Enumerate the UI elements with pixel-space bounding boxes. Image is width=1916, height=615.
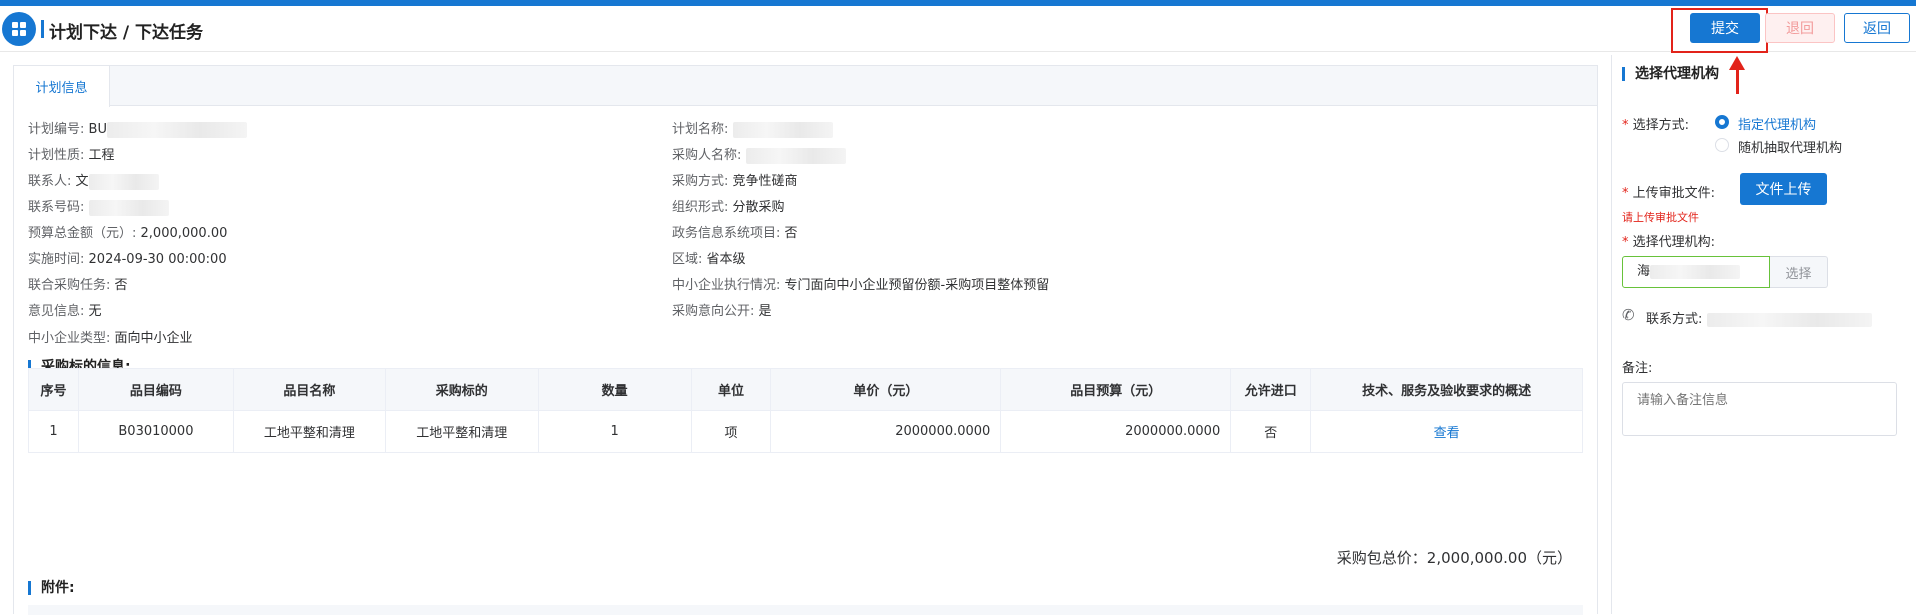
contact-info: 联系方式: bbox=[1646, 308, 1872, 327]
opinion-field: 意见信息: 无 bbox=[28, 304, 102, 319]
attachments-title: 附件: bbox=[28, 581, 75, 595]
cell-target: 工地平整和清理 bbox=[384, 410, 539, 453]
table-row: 1 B03010000 工地平整和清理 工地平整和清理 1 项 2000000.… bbox=[28, 410, 1583, 453]
col-header: 序号 bbox=[28, 368, 79, 411]
redacted-value bbox=[745, 147, 846, 164]
redacted-value bbox=[88, 199, 169, 216]
intent-public-field: 采购意向公开: 是 bbox=[672, 304, 772, 319]
redacted-value bbox=[106, 121, 247, 138]
upload-error-text: 请上传审批文件 bbox=[1622, 211, 1699, 224]
gov-system-field: 政务信息系统项目: 否 bbox=[672, 226, 798, 241]
col-header: 单位 bbox=[690, 368, 772, 411]
budget-field: 预算总金额（元）: 2,000,000.00 bbox=[28, 226, 228, 241]
agency-panel-title: 选择代理机构 bbox=[1622, 67, 1719, 81]
cell-action: 查看 bbox=[1310, 410, 1583, 453]
col-header: 单价（元） bbox=[770, 368, 1002, 411]
upload-label: * 上传审批文件: bbox=[1622, 186, 1716, 201]
radio-designated[interactable] bbox=[1715, 115, 1729, 129]
col-header: 技术、服务及验收要求的概述 bbox=[1310, 368, 1583, 411]
col-header: 品目预算（元） bbox=[1000, 368, 1232, 411]
option-designated[interactable]: 指定代理机构 bbox=[1738, 114, 1816, 133]
items-header-row: 序号 品目编码 品目名称 采购标的 数量 单位 单价（元） 品目预算（元） 允许… bbox=[28, 368, 1583, 411]
org-form-field: 组织形式: 分散采购 bbox=[672, 200, 785, 215]
cell-no: 1 bbox=[28, 410, 79, 453]
col-header: 品目编码 bbox=[77, 368, 234, 411]
cell-qty: 1 bbox=[537, 410, 692, 453]
sme-exec-field: 中小企业执行情况: 专门面向中小企业预留份额-采购项目整体预留 bbox=[672, 278, 1050, 293]
page-title: 计划下达 / 下达任务 bbox=[49, 23, 204, 43]
cell-price: 2000000.0000 bbox=[770, 410, 1002, 453]
radio-random[interactable] bbox=[1715, 138, 1729, 152]
tab-plan-info[interactable]: 计划信息 bbox=[14, 66, 110, 107]
col-header: 数量 bbox=[537, 368, 692, 411]
impl-time-field: 实施时间: 2024-09-30 00:00:00 bbox=[28, 252, 227, 267]
page-header: 计划下达 / 下达任务 bbox=[0, 6, 1916, 52]
package-total: 采购包总价：2,000,000.00（元） bbox=[1336, 549, 1572, 567]
agency-label: * 选择代理机构: bbox=[1622, 235, 1716, 250]
plan-info-panel: 计划信息 计划编号: BU 计划名称: 计划性质: 工程 采购人名称: 联系人:… bbox=[13, 65, 1598, 615]
contact-field: 联系人: 文 bbox=[28, 170, 159, 190]
option-random[interactable]: 随机抽取代理机构 bbox=[1738, 137, 1842, 156]
mode-label: * 选择方式: bbox=[1622, 118, 1690, 133]
redacted-value bbox=[732, 121, 833, 138]
redacted-value bbox=[88, 173, 159, 190]
remark-textarea[interactable] bbox=[1622, 382, 1897, 436]
redacted-value bbox=[1706, 312, 1872, 327]
method-field: 采购方式: 竞争性磋商 bbox=[672, 174, 798, 189]
view-link[interactable]: 查看 bbox=[1434, 426, 1460, 441]
highlight-box bbox=[1671, 8, 1768, 53]
apps-menu-button[interactable] bbox=[2, 12, 36, 46]
remark-label: 备注: bbox=[1622, 361, 1653, 376]
plan-name-field: 计划名称: bbox=[672, 118, 833, 138]
send-back-button[interactable]: 退回 bbox=[1765, 13, 1835, 43]
cell-code: B03010000 bbox=[77, 410, 234, 453]
arrow-shaft bbox=[1736, 68, 1739, 94]
region-field: 区域: 省本级 bbox=[672, 252, 746, 267]
file-upload-button[interactable]: 文件上传 bbox=[1740, 173, 1827, 205]
title-accent bbox=[41, 20, 44, 38]
plan-no-field: 计划编号: BU bbox=[28, 118, 247, 138]
col-header: 采购标的 bbox=[384, 368, 539, 411]
sidebar-divider bbox=[1611, 55, 1612, 614]
return-button[interactable]: 返回 bbox=[1844, 13, 1910, 43]
joint-purchase-field: 联合采购任务: 否 bbox=[28, 278, 128, 293]
cell-unit: 项 bbox=[690, 410, 772, 453]
nature-field: 计划性质: 工程 bbox=[28, 148, 115, 163]
agency-select-button[interactable]: 选择 bbox=[1770, 256, 1828, 288]
items-table: 序号 品目编码 品目名称 采购标的 数量 单位 单价（元） 品目预算（元） 允许… bbox=[28, 368, 1583, 453]
col-header: 品目名称 bbox=[232, 368, 386, 411]
cell-budget: 2000000.0000 bbox=[1000, 410, 1232, 453]
sme-type-field: 中小企业类型: 面向中小企业 bbox=[28, 331, 193, 346]
cell-name: 工地平整和清理 bbox=[232, 410, 386, 453]
grid-icon bbox=[12, 22, 26, 36]
col-header: 允许进口 bbox=[1230, 368, 1312, 411]
purchaser-field: 采购人名称: bbox=[672, 144, 846, 164]
cell-import: 否 bbox=[1230, 410, 1312, 453]
phone-field: 联系号码: bbox=[28, 196, 169, 216]
redacted-value bbox=[1650, 264, 1741, 279]
tab-bar: 计划信息 bbox=[14, 66, 1597, 107]
agency-input[interactable]: 海 bbox=[1622, 256, 1770, 288]
phone-icon: ✆ bbox=[1622, 306, 1635, 324]
